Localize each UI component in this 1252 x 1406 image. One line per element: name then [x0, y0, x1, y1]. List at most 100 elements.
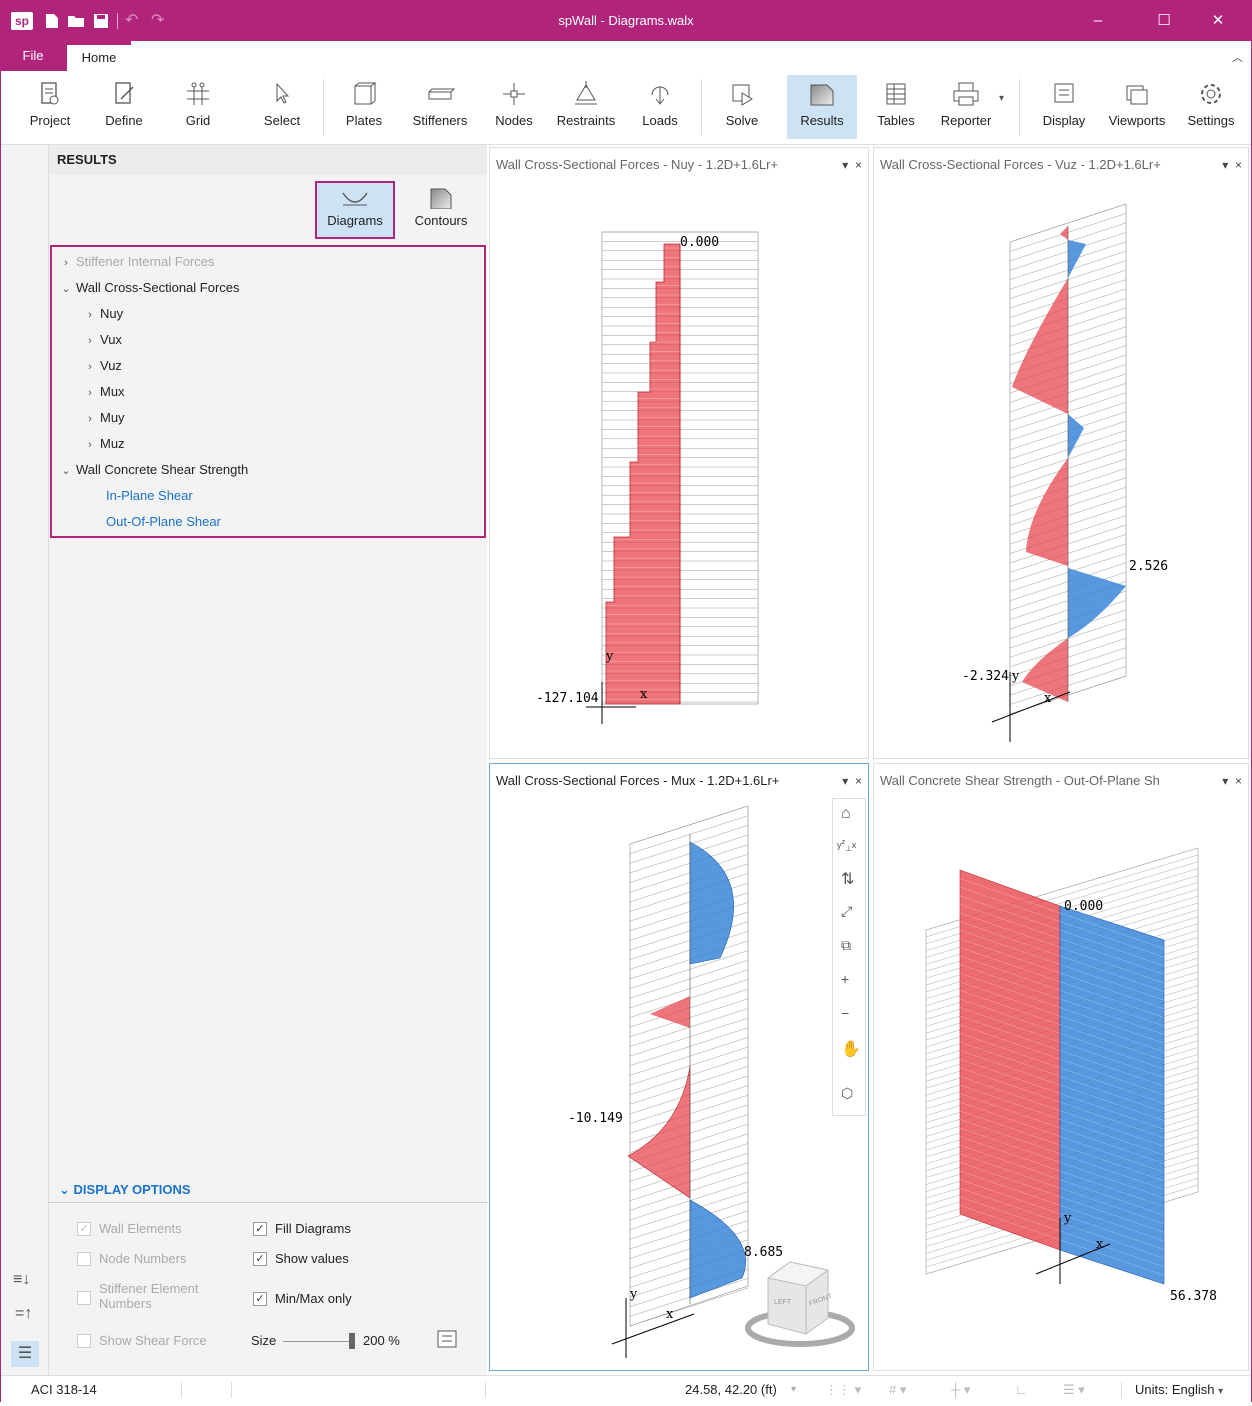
- tree-item-stiffener-forces[interactable]: › Stiffener Internal Forces: [56, 249, 214, 275]
- solve-button[interactable]: Solve: [717, 75, 767, 139]
- display-button[interactable]: Display: [1037, 75, 1091, 139]
- tables-button[interactable]: Tables: [871, 75, 921, 139]
- reporter-button[interactable]: Reporter: [935, 75, 997, 139]
- viewport-close-icon[interactable]: ×: [855, 158, 862, 172]
- tree-item-shear-strength[interactable]: ⌄ Wall Concrete Shear Strength: [56, 457, 248, 483]
- tab-home[interactable]: Home: [67, 45, 131, 71]
- tree-item-vux[interactable]: › Vux: [80, 327, 122, 353]
- viewport-vuz[interactable]: Wall Cross-Sectional Forces - Vuz - 1.2D…: [873, 147, 1249, 759]
- zoom-out-icon[interactable]: −: [841, 1005, 849, 1021]
- minimize-button[interactable]: –: [1075, 1, 1121, 41]
- stiffeners-button[interactable]: Stiffeners: [407, 75, 473, 139]
- expand-all-icon[interactable]: ≡↓: [13, 1271, 30, 1289]
- results-button[interactable]: Results: [787, 75, 857, 139]
- show-values-checkbox[interactable]: ✓ Show values: [253, 1251, 349, 1266]
- viewport-nuy[interactable]: Wall Cross-Sectional Forces - Nuy - 1.2D…: [489, 147, 869, 759]
- axis-view-icon[interactable]: yz⊥x: [837, 837, 856, 853]
- viewport-menu-icon[interactable]: ▾: [1222, 158, 1228, 172]
- stiffener-numbers-checkbox[interactable]: Stiffener Element Numbers: [77, 1281, 227, 1311]
- tree-item-vuz[interactable]: › Vuz: [80, 353, 122, 379]
- viewport-shear[interactable]: Wall Concrete Shear Strength - Out-Of-Pl…: [873, 763, 1249, 1371]
- axis-toggle-icon[interactable]: ┼ ▾: [951, 1376, 970, 1404]
- zoom-window-icon[interactable]: ⧉: [841, 937, 851, 954]
- chevron-right-icon: ›: [88, 309, 92, 321]
- load-icon: [651, 86, 669, 105]
- pan-hand-icon[interactable]: ✋: [841, 1039, 861, 1059]
- nodes-button[interactable]: Nodes: [489, 75, 539, 139]
- tree-item-mux[interactable]: › Mux: [80, 379, 124, 405]
- snap-grid-icon[interactable]: ⋮⋮ ▾: [825, 1376, 861, 1404]
- viewport-title: Wall Cross-Sectional Forces - Mux - 1.2D…: [496, 773, 780, 788]
- coords-dropdown-icon[interactable]: ▾: [791, 1376, 796, 1404]
- viewports-icon: [1126, 85, 1148, 105]
- viewport-menu-icon[interactable]: ▾: [1222, 774, 1228, 788]
- display-options-header[interactable]: ⌄ DISPLAY OPTIONS: [49, 1177, 487, 1203]
- gear-icon: [1201, 84, 1221, 104]
- nuy-max-label: 0.000: [680, 235, 719, 250]
- window-title: spWall - Diagrams.walx: [558, 13, 694, 28]
- minmax-only-checkbox[interactable]: ✓ Min/Max only: [253, 1291, 352, 1306]
- viewport-controls: ▾ ×: [1218, 764, 1242, 798]
- tree-item-in-plane-shear[interactable]: In-Plane Shear: [106, 483, 193, 509]
- tab-file[interactable]: File: [1, 41, 65, 71]
- mux-fill: [627, 834, 746, 1304]
- tree-item-muz[interactable]: › Muz: [80, 431, 124, 457]
- view-object-icon[interactable]: ⬡: [841, 1085, 853, 1102]
- title-bar: sp ↶ ↷ spWall - Diagrams.walx – ☐ ✕: [1, 1, 1251, 41]
- diagrams-button[interactable]: Diagrams: [315, 181, 395, 239]
- orbit-icon[interactable]: ⇅: [841, 869, 854, 889]
- home-view-icon[interactable]: ⌂: [841, 805, 851, 823]
- viewport-close-icon[interactable]: ×: [1235, 774, 1242, 788]
- tree-item-nuy[interactable]: › Nuy: [80, 301, 123, 327]
- viewport-close-icon[interactable]: ×: [855, 774, 862, 788]
- restraints-button[interactable]: Restraints: [553, 75, 619, 139]
- size-label: Size: [251, 1333, 277, 1348]
- project-icon: [41, 82, 59, 105]
- grid-line: [629, 960, 749, 999]
- viewport-close-icon[interactable]: ×: [1235, 158, 1242, 172]
- define-button[interactable]: Define: [99, 75, 149, 139]
- zoom-in-icon[interactable]: +: [841, 971, 849, 987]
- show-shear-checkbox[interactable]: Show Shear Force: [77, 1333, 207, 1348]
- stiffener-icon: [428, 88, 455, 100]
- viewport-mux[interactable]: Wall Cross-Sectional Forces - Mux - 1.2D…: [489, 763, 869, 1371]
- contours-button[interactable]: Contours: [401, 181, 481, 239]
- reporter-dropdown-icon[interactable]: ▾: [999, 93, 1004, 104]
- viewport-menu-icon[interactable]: ▾: [842, 158, 848, 172]
- view-cube[interactable]: FRONT LEFT: [745, 1261, 855, 1347]
- close-window-button[interactable]: ✕: [1195, 1, 1241, 41]
- plates-button[interactable]: Plates: [339, 75, 389, 139]
- vuz-blue-seg: [1068, 240, 1086, 278]
- cursor-coordinates: 24.58, 42.20 (ft): [685, 1382, 777, 1397]
- collapse-ribbon-icon[interactable]: ︿: [1232, 49, 1243, 65]
- size-slider-thumb[interactable]: [349, 1333, 355, 1349]
- size-slider-track[interactable]: [283, 1341, 353, 1342]
- tree-item-muy[interactable]: › Muy: [80, 405, 124, 431]
- maximize-button[interactable]: ☐: [1141, 1, 1187, 41]
- grid-button[interactable]: Grid: [173, 75, 223, 139]
- collapse-all-icon[interactable]: =↑: [15, 1305, 32, 1323]
- ribbon-tabs: File Home ︿: [1, 41, 1251, 71]
- settings-button[interactable]: Settings: [1181, 75, 1241, 139]
- panel-menu-icon[interactable]: ☰: [11, 1341, 39, 1367]
- wall-elements-checkbox[interactable]: ✓ Wall Elements: [77, 1221, 182, 1236]
- select-button[interactable]: Select: [257, 75, 307, 139]
- axis-x-label: x: [640, 687, 648, 702]
- tree-item-wall-forces[interactable]: ⌄ Wall Cross-Sectional Forces: [56, 275, 239, 301]
- shear-diagram: 0.000 56.378 y x: [925, 847, 1217, 1304]
- fill-diagrams-checkbox[interactable]: ✓ Fill Diagrams: [253, 1221, 351, 1236]
- ortho-icon[interactable]: ∟: [1015, 1376, 1028, 1404]
- mux-blue-seg: [689, 841, 734, 965]
- display-settings-icon[interactable]: [435, 1329, 461, 1351]
- tree-item-out-of-plane-shear[interactable]: Out-Of-Plane Shear: [106, 509, 221, 535]
- grid-toggle-icon[interactable]: # ▾: [889, 1376, 906, 1404]
- loads-button[interactable]: Loads: [635, 75, 685, 139]
- project-button[interactable]: Project: [23, 75, 77, 139]
- layers-icon[interactable]: ☰ ▾: [1063, 1376, 1085, 1404]
- node-numbers-checkbox[interactable]: Node Numbers: [77, 1251, 186, 1266]
- diagram-icon: [342, 192, 368, 206]
- results-tree: › Stiffener Internal Forces ⌄ Wall Cross-S…: [50, 245, 486, 538]
- viewports-button[interactable]: Viewports: [1105, 75, 1169, 139]
- zoom-extents-icon[interactable]: ⤢: [841, 903, 852, 920]
- viewport-menu-icon[interactable]: ▾: [842, 774, 848, 788]
